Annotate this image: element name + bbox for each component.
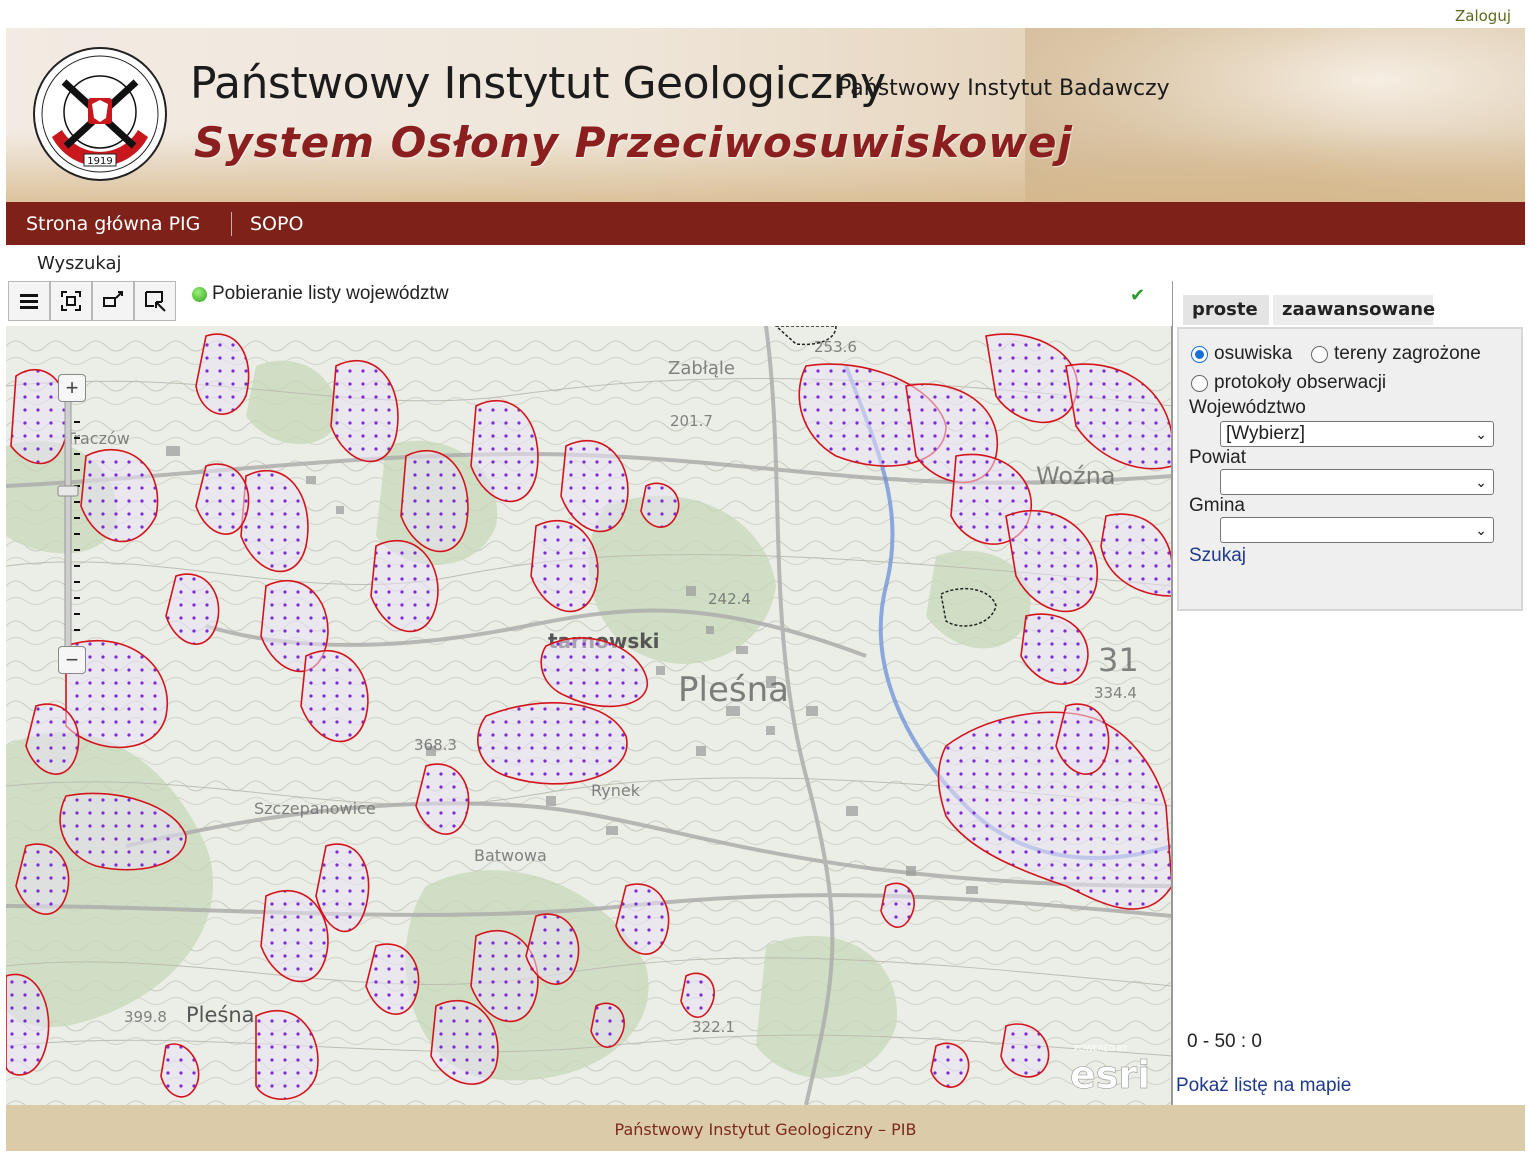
header-banner: 1919 Państwowy Instytut Geologiczny Pańs… bbox=[6, 28, 1525, 202]
sub-nav: Wyszukaj bbox=[6, 245, 1525, 281]
svg-text:1919: 1919 bbox=[87, 156, 112, 167]
show-list-link[interactable]: Pokaż listę na mapie bbox=[1176, 1075, 1351, 1097]
map-canvas[interactable]: Zabłąle Szczepanowice Rynek Batwowa Trac… bbox=[6, 326, 1172, 1105]
radio-unchecked-icon[interactable] bbox=[1311, 345, 1328, 363]
page: Zaloguj 1919 Państwowy Instytut Geologic… bbox=[6, 0, 1525, 1156]
gmina-label: Gmina bbox=[1189, 495, 1245, 516]
pig-logo-icon: 1919 bbox=[33, 47, 167, 181]
main-nav: Strona główna PIG SOPO bbox=[6, 202, 1525, 245]
svg-text:399.8: 399.8 bbox=[124, 1008, 167, 1026]
svg-text:Rynek: Rynek bbox=[591, 781, 641, 800]
full-extent-button[interactable] bbox=[50, 281, 92, 321]
system-title: System Osłony Przeciwosuwiskowej bbox=[194, 118, 1073, 167]
footer: Państwowy Instytut Geologiczny – PIB bbox=[6, 1105, 1525, 1151]
tab-advanced[interactable]: zaawansowane bbox=[1273, 295, 1435, 325]
powiat-select[interactable]: ⌄ bbox=[1220, 469, 1494, 495]
nav-item-home[interactable]: Strona główna PIG bbox=[26, 213, 200, 235]
svg-text:253.6: 253.6 bbox=[814, 338, 857, 356]
tab-simple[interactable]: proste bbox=[1183, 295, 1269, 325]
label-plesna: Pleśna bbox=[186, 1003, 255, 1027]
select-area-button[interactable] bbox=[134, 281, 176, 321]
result-count: 0 - 50 : 0 bbox=[1187, 1031, 1262, 1052]
powiat-label: Powiat bbox=[1189, 447, 1247, 468]
check-icon: ✔ bbox=[1130, 285, 1146, 305]
svg-text:Zabłąle: Zabłąle bbox=[668, 358, 735, 379]
esri-logo: esri bbox=[1070, 1053, 1150, 1097]
chevron-down-icon: ⌄ bbox=[1475, 426, 1487, 442]
tab-search[interactable]: Wyszukaj bbox=[37, 253, 122, 274]
status-dot-icon bbox=[192, 286, 207, 302]
select-area-icon bbox=[145, 291, 166, 312]
radio-protokoly[interactable]: protokoły obserwacji bbox=[1191, 372, 1386, 394]
gmina-select[interactable]: ⌄ bbox=[1220, 517, 1494, 543]
chevron-down-icon: ⌄ bbox=[1475, 522, 1487, 538]
simple-search-form: osuwiska tereny zagrożone protokoły obse… bbox=[1177, 327, 1523, 611]
svg-text:Woźna: Woźna bbox=[1036, 462, 1116, 490]
svg-text:POWERED BY: POWERED BY bbox=[1074, 1044, 1127, 1053]
nav-separator bbox=[231, 212, 232, 236]
institute-title: Państwowy Instytut Geologiczny bbox=[190, 58, 886, 109]
menu-button[interactable] bbox=[8, 281, 50, 321]
svg-text:242.4: 242.4 bbox=[708, 590, 751, 608]
full-extent-icon bbox=[61, 291, 81, 311]
institute-subtitle: Państwowy Instytut Badawczy bbox=[838, 76, 1170, 101]
zoom-box-icon bbox=[103, 291, 123, 307]
svg-text:Szczepanowice: Szczepanowice bbox=[254, 799, 376, 818]
wojewodztwo-select[interactable]: [Wybierz] ⌄ bbox=[1220, 421, 1494, 447]
radio-tereny[interactable]: tereny zagrożone bbox=[1311, 343, 1481, 365]
zoom-out-button[interactable]: − bbox=[58, 646, 86, 674]
zoom-handle[interactable] bbox=[57, 485, 79, 497]
radio-osuwiska[interactable]: osuwiska bbox=[1191, 343, 1292, 365]
zoom-in-button[interactable]: + bbox=[58, 374, 86, 402]
map-toolbar: Pobieranie listy województw ✔ bbox=[6, 281, 1172, 326]
svg-text:334.4: 334.4 bbox=[1094, 684, 1137, 702]
menu-icon bbox=[20, 294, 38, 309]
footer-text: Państwowy Instytut Geologiczny – PIB bbox=[614, 1120, 917, 1139]
plus-icon: + bbox=[65, 375, 79, 400]
svg-text:322.1: 322.1 bbox=[692, 1018, 735, 1036]
status-message: Pobieranie listy województw bbox=[192, 283, 449, 305]
zoom-out-box-button[interactable] bbox=[92, 281, 134, 321]
radio-unchecked-icon[interactable] bbox=[1191, 374, 1208, 392]
search-link[interactable]: Szukaj bbox=[1189, 545, 1246, 567]
map-view[interactable]: Zabłąle Szczepanowice Rynek Batwowa Trac… bbox=[6, 326, 1172, 1105]
wojewodztwo-label: Województwo bbox=[1189, 397, 1306, 418]
login-link[interactable]: Zaloguj bbox=[1455, 7, 1511, 25]
top-bar: Zaloguj bbox=[6, 0, 1525, 28]
radio-checked-icon[interactable] bbox=[1191, 345, 1208, 363]
minus-icon: − bbox=[65, 647, 79, 672]
svg-text:201.7: 201.7 bbox=[670, 412, 713, 430]
svg-text:Batwowa: Batwowa bbox=[474, 846, 547, 865]
svg-text:31: 31 bbox=[1098, 641, 1139, 679]
svg-text:Pleśna: Pleśna bbox=[678, 670, 789, 710]
search-panel: proste zaawansowane osuwiska tereny zagr… bbox=[1172, 281, 1525, 1105]
chevron-down-icon: ⌄ bbox=[1475, 474, 1487, 490]
nav-item-sopo[interactable]: SOPO bbox=[250, 213, 303, 235]
zoom-slider[interactable] bbox=[54, 370, 82, 680]
svg-text:368.3: 368.3 bbox=[414, 736, 457, 754]
